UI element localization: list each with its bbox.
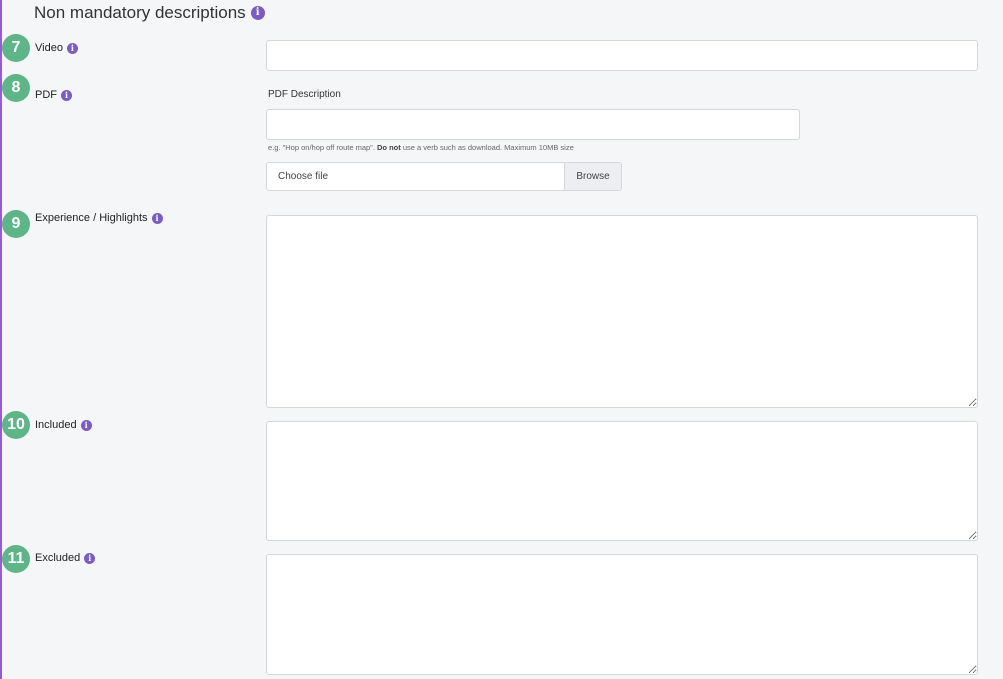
highlights-label: Experience / Highlights i <box>35 212 163 224</box>
pdf-description-input[interactable] <box>266 109 800 140</box>
section-title: Non mandatory descriptions i <box>34 3 265 23</box>
pdf-label-text: PDF <box>35 89 57 101</box>
excluded-label-text: Excluded <box>35 552 81 564</box>
step-badge-included: 10 <box>2 411 30 439</box>
section-title-text: Non mandatory descriptions <box>34 3 246 22</box>
info-icon[interactable]: i <box>80 419 92 431</box>
info-icon[interactable]: i <box>61 89 72 101</box>
included-textarea[interactable] <box>266 421 978 541</box>
pdf-label: PDF i <box>35 89 72 101</box>
browse-button[interactable]: Browse <box>564 163 621 190</box>
pdf-hint: e.g. "Hop on/hop off route map". Do not … <box>268 143 574 152</box>
included-label-text: Included <box>35 419 77 431</box>
info-icon[interactable]: i <box>84 552 96 564</box>
pdf-file-picker[interactable]: Choose file Browse <box>266 162 622 191</box>
step-badge-excluded: 11 <box>2 545 30 573</box>
file-name-placeholder[interactable]: Choose file <box>267 163 564 190</box>
video-input[interactable] <box>266 40 978 71</box>
info-icon[interactable]: i <box>151 212 163 224</box>
info-icon[interactable]: i <box>250 6 265 20</box>
pdf-description-label: PDF Description <box>268 89 341 100</box>
pdf-hint-bold: Do not <box>377 143 401 152</box>
highlights-label-text: Experience / Highlights <box>35 212 148 224</box>
included-label: Included i <box>35 419 92 431</box>
highlights-textarea[interactable] <box>266 215 978 408</box>
step-badge-video: 7 <box>2 34 30 62</box>
video-label: Video i <box>35 42 78 54</box>
excluded-label: Excluded i <box>35 552 96 564</box>
step-badge-pdf: 8 <box>2 74 30 102</box>
step-badge-highlights: 9 <box>2 210 30 238</box>
info-icon[interactable]: i <box>66 42 78 54</box>
excluded-textarea[interactable] <box>266 554 978 675</box>
video-label-text: Video <box>35 42 63 54</box>
pdf-hint-post: use a verb such as download. Maximum 10M… <box>400 143 574 152</box>
pdf-hint-pre: e.g. "Hop on/hop off route map". <box>268 143 378 152</box>
